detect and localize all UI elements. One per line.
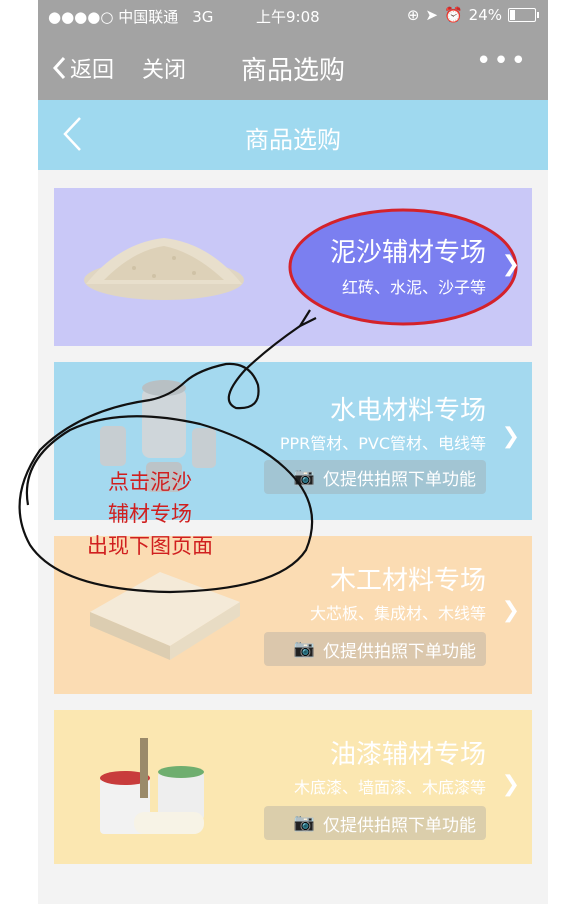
annotation-note: 点击泥沙 辅材专场 出现下图页面: [60, 466, 240, 562]
nav-title: 商品选购: [240, 56, 345, 86]
annotation-line: 点击泥沙: [108, 470, 192, 494]
category-desc: 木底漆、墙面漆、木底漆等: [293, 778, 486, 797]
photo-order-button[interactable]: 📷 仅提供拍照下单功能: [264, 806, 486, 840]
annotation-line: 辅材专场: [108, 502, 192, 526]
camera-icon: 📷: [293, 467, 315, 487]
category-card-paint[interactable]: 油漆辅材专场 木底漆、墙面漆、木底漆等 ❯ 📷 仅提供拍照下单功能: [54, 710, 532, 864]
photo-order-button[interactable]: 📷 仅提供拍照下单功能: [264, 632, 486, 666]
category-name: 泥沙辅材专场: [329, 238, 486, 268]
location-icon: ➤: [425, 6, 438, 24]
camera-icon: 📷: [293, 813, 315, 833]
sand-pile-image: [84, 238, 244, 300]
wood-boards-image: [90, 572, 240, 660]
paint-cans-image: [100, 738, 204, 834]
photo-order-label: 仅提供拍照下单功能: [323, 469, 476, 490]
status-bar: ●●●●○ 中国联通 3G 上午9:08 ⊕ ➤ ⏰ 24%: [38, 0, 548, 30]
chevron-right-icon: ❯: [501, 772, 520, 797]
category-desc: 大芯板、集成材、木线等: [309, 604, 486, 623]
annotation-line: 出现下图页面: [87, 534, 213, 558]
clock: 上午9:08: [256, 8, 320, 26]
category-desc: PPR管材、PVC管材、电线等: [279, 434, 486, 453]
chevron-right-icon: ❯: [501, 252, 520, 277]
phone-screen: ●●●●○ 中国联通 3G 上午9:08 ⊕ ➤ ⏰ 24% 返回 关闭 商品选…: [38, 0, 548, 904]
rotation-lock-icon: ⊕: [406, 6, 420, 24]
photo-order-button[interactable]: 📷 仅提供拍照下单功能: [264, 460, 486, 494]
category-name: 油漆辅材专场: [329, 740, 486, 770]
category-name: 木工材料专场: [329, 566, 486, 596]
camera-icon: 📷: [293, 639, 315, 659]
battery-icon: [508, 8, 539, 22]
network-label: 3G: [192, 7, 214, 26]
chevron-right-icon: ❯: [501, 598, 520, 623]
category-name: 水电材料专场: [329, 396, 486, 426]
battery-fill: [510, 10, 515, 20]
photo-order-label: 仅提供拍照下单功能: [323, 641, 476, 662]
chevron-right-icon: ❯: [501, 424, 520, 449]
nav-bar: 返回 关闭 商品选购 •••: [38, 30, 548, 100]
more-options-button[interactable]: •••: [476, 46, 528, 76]
alarm-icon: ⏰: [443, 6, 463, 24]
page-title: 商品选购: [245, 126, 341, 154]
battery-percent: 24%: [468, 6, 502, 24]
photo-order-label: 仅提供拍照下单功能: [323, 815, 476, 836]
carrier-label: ●●●●○ 中国联通: [48, 8, 179, 26]
page-header: 商品选购: [38, 100, 548, 170]
category-desc: 红砖、水泥、沙子等: [341, 278, 486, 297]
category-card-sand[interactable]: 泥沙辅材专场 红砖、水泥、沙子等 ❯: [54, 188, 532, 346]
